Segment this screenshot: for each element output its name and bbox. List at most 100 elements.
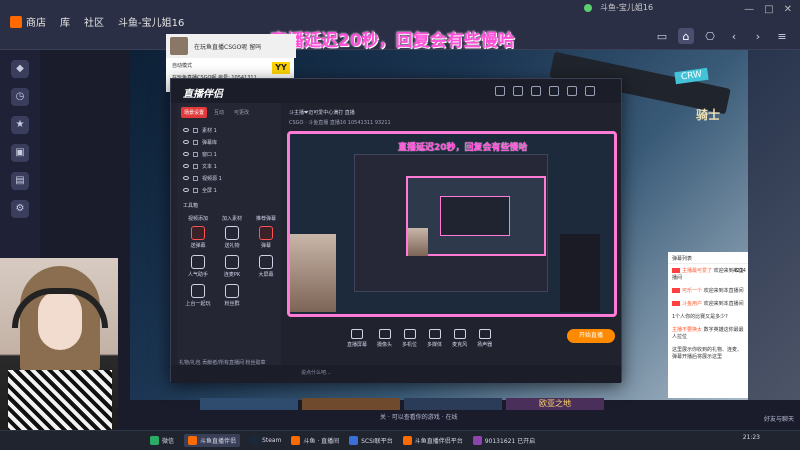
arrow-left-icon[interactable]: ‹ [726,28,742,44]
tab-editable[interactable]: 可更改 [231,107,252,118]
nav-store[interactable]: 商店 [10,14,46,29]
window-controls: — □ ✕ [744,4,792,15]
rail-folder-icon[interactable]: ▤ [11,172,29,190]
level-badge-icon [672,301,680,306]
media-button[interactable]: 多媒体 [427,328,442,348]
tool-button[interactable]: 上台一起玩 [183,284,213,307]
maximize-icon[interactable]: □ [764,4,773,15]
controller-icon[interactable]: ⎔ [702,28,718,44]
lock-icon[interactable] [193,127,198,133]
overlay-title-text: 在玩鱼直播CSGO呢 留吗 [194,44,262,51]
scene-item[interactable]: 文本 1 [183,160,275,172]
tool-button[interactable]: 送弹幕 [183,226,213,249]
tab-scene[interactable]: 场景设置 [181,107,208,118]
minimize-icon[interactable]: — [744,4,754,15]
multi-camera-button[interactable]: 多机位 [402,328,417,348]
scene-list: 素材 1 弹幕库 窗口 1 文本 1 视频源 1 全屏 1 [177,122,281,198]
eye-icon[interactable] [183,128,189,132]
speaker-button[interactable]: 扬声器 [477,328,492,348]
game-thumb[interactable] [200,398,298,410]
home-icon[interactable]: ⌂ [678,28,694,44]
nav-profile[interactable]: 斗鱼-宝儿姐16 [118,14,184,29]
close-icon[interactable] [585,86,595,96]
tool-button[interactable]: 弹幕 [251,226,281,249]
lock-icon[interactable] [193,151,198,157]
stream-info-title: 斗主播❤迈可爱中心满打 直播 [289,110,355,116]
eye-icon[interactable] [183,176,189,180]
taskbar-item[interactable]: 微信 [150,436,174,445]
eye-icon[interactable] [183,164,189,168]
player-status-line: 关 · 可以查看你的游戏 · 在线 [380,414,458,421]
nav-library[interactable]: 库 [60,14,70,29]
settings-icon[interactable] [549,86,559,96]
chat-input[interactable]: 说点什么吧... [301,369,331,376]
tool-button[interactable]: 送礼物 [217,226,247,249]
tool-button[interactable]: 连麦PK [217,255,247,278]
window-mini-title: 斗鱼-宝儿姐16 [600,3,654,12]
taskbar-item[interactable]: Steam [250,436,281,445]
rail-settings-icon[interactable]: ⚙ [11,200,29,218]
lock-icon[interactable] [193,175,198,181]
minimize-icon[interactable] [567,86,577,96]
tool-header[interactable]: 视频添加 [183,215,213,222]
game-thumb[interactable] [302,398,400,410]
broadcast-companion-window: 直播伴侣 场景设置 互动 可更改 素材 1 弹幕库 窗口 1 文本 1 视频源 … [170,78,622,383]
close-icon[interactable]: ✕ [784,4,792,15]
taskbar-item[interactable]: 斗鱼直播伴侣 [184,434,241,447]
menu-icon[interactable]: ≡ [774,28,790,44]
tool-button[interactable]: 粉丝群 [217,284,247,307]
game-thumb[interactable]: 欧亚之地 [506,398,604,410]
tool-button[interactable]: 大屏幕 [251,255,281,278]
game-tag: CRW [674,67,709,85]
record-icon[interactable] [531,86,541,96]
lock-icon[interactable] [193,163,198,169]
rail-clock-icon[interactable]: ◷ [11,88,29,106]
chat-panel: 弹幕列表 4214 主播最可爱了 欢迎来到本直播间 可乐一个 欢迎来到本直播间 … [668,252,748,398]
rail-star-icon[interactable]: ★ [11,116,29,134]
eye-icon[interactable] [183,188,189,192]
tool-button[interactable]: 人气助手 [183,255,213,278]
nav-community[interactable]: 社区 [84,14,104,29]
scene-item[interactable]: 全屏 1 [183,184,275,196]
friends-chat-label[interactable]: 好友与聊天 [764,414,794,423]
eye-icon[interactable] [183,152,189,156]
taskbar-item[interactable]: 斗鱼直播伴侣平台 [402,436,463,445]
scene-item[interactable]: 视频源 1 [183,172,275,184]
tool-header[interactable]: 加入素材 [217,215,247,222]
screen-icon[interactable]: ▭ [654,28,670,44]
rail-game-icon[interactable]: ▣ [11,144,29,162]
scene-item[interactable]: 窗口 1 [183,148,275,160]
chat-icon [259,226,273,240]
camera-button[interactable]: 摄像头 [377,328,392,348]
lock-icon[interactable] [193,139,198,145]
steam-icon [250,436,260,445]
stream-info-meta: CSGO · 斗鱼直播 直播16 10541311 93211 [289,120,391,126]
chat-header: 弹幕列表 [668,252,748,264]
chat-message: 斗鱼用户 欢迎来到本直播间 [668,297,748,310]
platform-icon [349,436,359,445]
chat-message: 1个人你的比赛又是多少? [672,314,728,320]
mic-button[interactable]: 麦克风 [452,328,467,348]
rail-home-icon[interactable]: ◆ [11,60,29,78]
layout-icon[interactable] [513,86,523,96]
scene-panel: 场景设置 互动 可更改 素材 1 弹幕库 窗口 1 文本 1 视频源 1 全屏 … [177,103,281,373]
arrow-right-icon[interactable]: › [750,28,766,44]
stream-preview[interactable]: 直播延迟20秒，回复会有些慢哈 [287,131,617,317]
helper-icon [191,255,205,269]
app-icon [472,436,482,445]
screen-source-button[interactable]: 直播屏幕 [347,328,367,348]
recursive-preview-inner [440,196,510,236]
tool-header[interactable]: 推荐弹幕 [251,215,281,222]
chat-message: 主播最可爱了 欢迎来到本直播间 [672,268,744,281]
game-thumb[interactable] [404,398,502,410]
start-live-button[interactable]: 开始直播 [567,329,615,343]
taskbar-item[interactable]: SCSI联平台 [349,436,393,445]
taskbar-item[interactable]: 斗鱼 · 直播间 [291,436,339,445]
taskbar-item[interactable]: 90131621 已开启 [472,436,535,445]
tab-interact[interactable]: 互动 [211,107,227,118]
bag-icon[interactable] [495,86,505,96]
scene-item[interactable]: 素材 1 [183,124,275,136]
scene-item[interactable]: 弹幕库 [183,136,275,148]
lock-icon[interactable] [193,187,198,193]
eye-icon[interactable] [183,140,189,144]
